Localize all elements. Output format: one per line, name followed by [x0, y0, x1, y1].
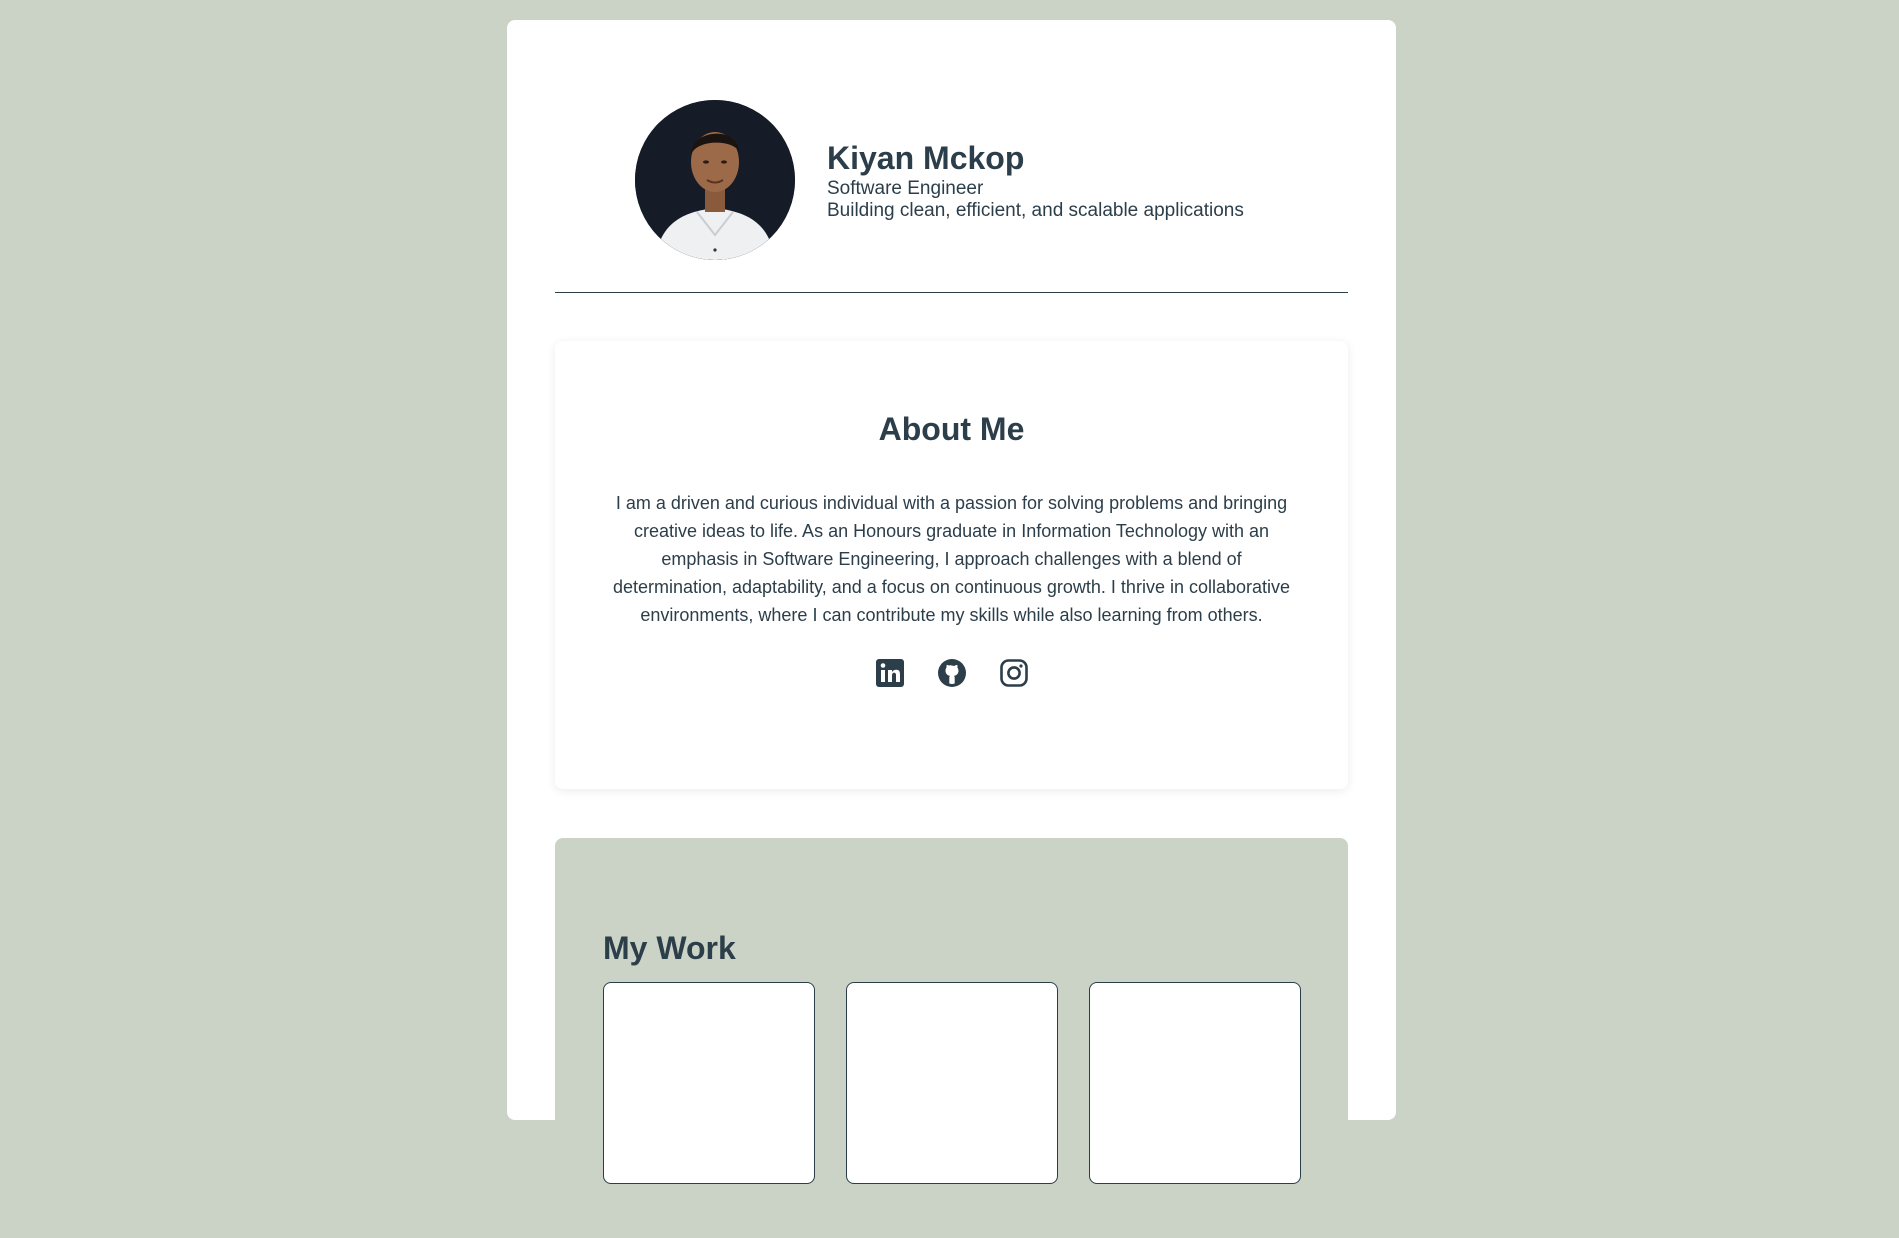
linkedin-icon	[875, 659, 904, 687]
work-card[interactable]	[603, 982, 815, 1184]
about-title: About Me	[878, 411, 1025, 447]
work-card[interactable]	[846, 982, 1058, 1184]
profile-name: Kiyan Mckop	[827, 140, 1025, 176]
social-links	[555, 658, 1348, 688]
about-card: About Me I am a driven and curious indiv…	[555, 341, 1348, 789]
linkedin-link[interactable]	[875, 658, 905, 688]
header-text: Kiyan Mckop Software Engineer Building c…	[827, 138, 1244, 222]
instagram-link[interactable]	[999, 658, 1029, 688]
github-link[interactable]	[937, 658, 967, 688]
instagram-icon	[999, 659, 1028, 687]
work-section: My Work	[555, 838, 1348, 1238]
profile-header: Kiyan Mckop Software Engineer Building c…	[555, 20, 1348, 293]
github-icon	[937, 659, 966, 687]
avatar	[635, 100, 795, 260]
about-text: I am a driven and curious individual wit…	[612, 493, 1291, 625]
profile-tagline: Building clean, efficient, and scalable …	[827, 200, 1244, 221]
work-title: My Work	[603, 930, 736, 966]
work-card[interactable]	[1089, 982, 1301, 1184]
profile-role: Software Engineer	[827, 178, 984, 199]
page-container: Kiyan Mckop Software Engineer Building c…	[507, 20, 1396, 1238]
